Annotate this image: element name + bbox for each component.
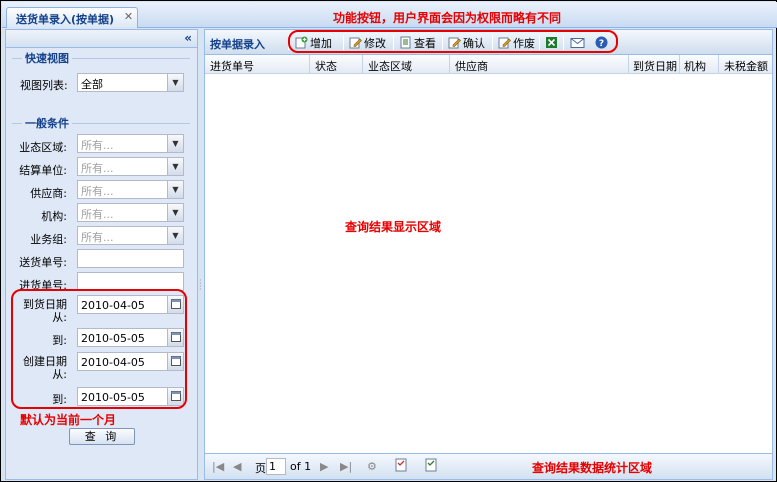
quick-view-title: 快速视图	[22, 50, 72, 66]
chevron-down-icon[interactable]: ▼	[167, 74, 183, 91]
query-button[interactable]: 查 询	[69, 428, 135, 445]
toolbar-highlight	[288, 30, 618, 53]
prev-page-icon[interactable]: ◀	[233, 460, 241, 473]
delivery-no-input[interactable]	[77, 249, 184, 268]
column-separator[interactable]	[449, 55, 450, 73]
column-separator[interactable]	[679, 55, 680, 73]
chevron-down-icon[interactable]: ▼	[167, 158, 183, 175]
results-panel: 按单据录入 增加 修改 查看 确认 作废 ? 进货单号 状态 业态区域 供应商 …	[204, 29, 773, 480]
page-number-input[interactable]: 1	[266, 458, 286, 475]
column-header[interactable]: 未税金额	[724, 58, 768, 74]
chevron-down-icon[interactable]: ▼	[167, 181, 183, 198]
region-placeholder: 所有...	[81, 139, 114, 152]
org-placeholder: 所有...	[81, 208, 114, 221]
settlement-label: 结算单位:	[19, 164, 67, 177]
column-separator[interactable]	[718, 55, 719, 73]
org-select[interactable]: 所有... ▼	[77, 203, 184, 222]
collapse-icon[interactable]: «	[184, 31, 192, 45]
delivery-no-label: 送货单号:	[19, 256, 67, 269]
last-page-icon[interactable]: ▶|	[340, 460, 352, 473]
supplier-placeholder: 所有...	[81, 185, 114, 198]
region-label: 业态区域:	[19, 141, 67, 154]
view-list-value: 全部	[81, 78, 103, 91]
stats-area-annotation: 查询结果数据统计区域	[532, 461, 653, 475]
toolbar-annotation: 功能按钮，用户界面会因为权限而略有不同	[333, 11, 562, 25]
column-separator[interactable]	[309, 55, 310, 73]
date-range-highlight	[11, 289, 187, 409]
biz-group-placeholder: 所有...	[81, 231, 114, 244]
view-list-select[interactable]: 全部 ▼	[77, 73, 184, 92]
refresh-icon[interactable]: ⚙	[367, 460, 377, 473]
region-select[interactable]: 所有... ▼	[77, 134, 184, 153]
close-icon[interactable]: ✕	[123, 11, 134, 23]
left-search-panel: « 快速视图 视图列表: 全部 ▼ 一般条件 业态区域: 所有... ▼ 结算单…	[5, 29, 198, 480]
page-prefix: 页	[255, 462, 266, 475]
column-separator[interactable]	[628, 55, 629, 73]
chevron-down-icon[interactable]: ▼	[167, 227, 183, 244]
toolbar-title: 按单据录入	[210, 38, 265, 51]
grid-header: 进货单号 状态 业态区域 供应商 到货日期 机构 未税金额	[205, 55, 772, 74]
checklist-icon[interactable]	[425, 458, 438, 475]
column-header[interactable]: 状态	[315, 58, 337, 74]
settlement-select[interactable]: 所有... ▼	[77, 157, 184, 176]
biz-group-label: 业务组:	[30, 233, 67, 246]
splitter[interactable]: · · · ·	[199, 29, 203, 480]
pager: |◀ ◀ 页 1 of 1 ▶ ▶| ⚙ 查询结果数据统计区域	[205, 453, 772, 479]
report-icon[interactable]	[395, 458, 408, 475]
supplier-label: 供应商:	[30, 187, 67, 200]
column-header[interactable]: 到货日期	[633, 58, 677, 74]
biz-group-select[interactable]: 所有... ▼	[77, 226, 184, 245]
supplier-select[interactable]: 所有... ▼	[77, 180, 184, 199]
splitter-grip-icon[interactable]: · · · ·	[199, 277, 203, 294]
app-window: 送货单录入(按单据) ✕ 功能按钮，用户界面会因为权限而略有不同 « 快速视图 …	[0, 0, 777, 482]
tab-delivery-entry[interactable]: 送货单录入(按单据) ✕	[6, 7, 138, 28]
tab-label: 送货单录入(按单据)	[16, 13, 115, 26]
view-list-label: 视图列表:	[20, 79, 68, 92]
chevron-down-icon[interactable]: ▼	[167, 204, 183, 221]
column-header[interactable]: 业态区域	[368, 58, 412, 74]
column-header[interactable]: 进货单号	[210, 58, 254, 74]
chevron-down-icon[interactable]: ▼	[167, 135, 183, 152]
settlement-placeholder: 所有...	[81, 162, 114, 175]
first-page-icon[interactable]: |◀	[212, 460, 224, 473]
collapse-bar: «	[6, 30, 197, 48]
toolbar: 按单据录入 增加 修改 查看 确认 作废 ?	[205, 30, 772, 55]
org-label: 机构:	[41, 210, 67, 223]
page-total: of 1	[290, 460, 312, 473]
results-area-annotation: 查询结果显示区域	[345, 220, 442, 234]
default-month-annotation: 默认为当前一个月	[20, 413, 117, 427]
general-title: 一般条件	[22, 115, 72, 131]
column-separator[interactable]	[362, 55, 363, 73]
column-header[interactable]: 机构	[684, 58, 706, 74]
column-header[interactable]: 供应商	[455, 58, 488, 74]
next-page-icon[interactable]: ▶	[320, 460, 328, 473]
